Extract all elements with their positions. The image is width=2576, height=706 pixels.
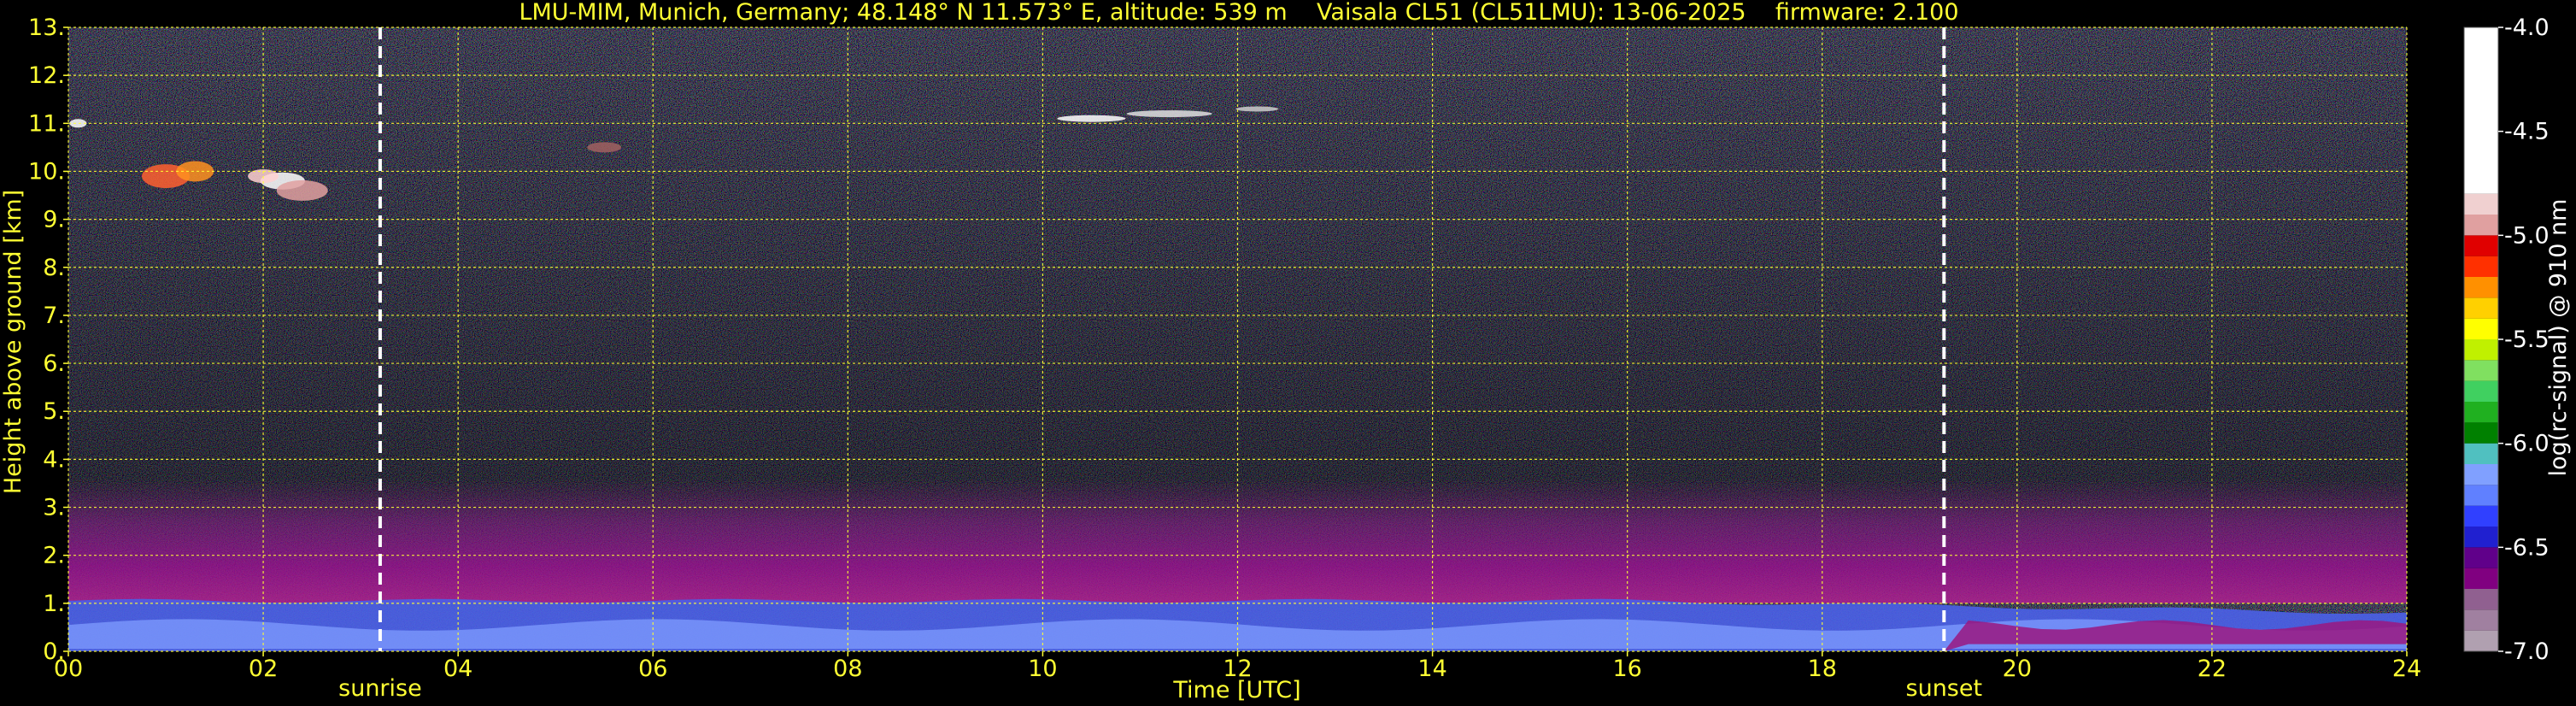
colorbar-segment [2464,609,2498,631]
y-tick-label: 11. [28,110,65,137]
colorbar-segment [2464,589,2498,610]
colorbar [2463,26,2499,652]
x-tick-label: 16 [1612,656,1641,682]
colorbar-segment [2464,235,2498,256]
y-tick-label: 3. [43,495,65,521]
cloud-blob [1235,106,1279,112]
x-tick-label: 04 [443,656,472,682]
colorbar-tick-label: -4.0 [2504,15,2550,41]
y-tick-label: 12. [28,62,65,89]
x-tick-label: 14 [1417,656,1446,682]
colorbar-segment [2464,256,2498,277]
colorbar-tick-label: -6.5 [2504,534,2550,561]
x-axis-label: Time [UTC] [1172,677,1300,703]
x-tick-label: 10 [1028,656,1057,682]
x-tick-label: 06 [638,656,667,682]
lidar-ceilometer-chart: LMU-MIM, Munich, Germany; 48.148° N 11.5… [0,0,2576,706]
colorbar-segment [2464,277,2498,298]
plot-area: sunrise sunset [67,26,2408,702]
colorbar-tick-label: -4.5 [2504,119,2550,145]
colorbar-segment [2464,360,2498,381]
x-tick-label: 18 [1808,656,1837,682]
colorbar-segment [2464,527,2498,548]
cloud-blob [1126,110,1212,118]
colorbar-segment [2464,193,2498,215]
y-tick-label: 4. [43,446,65,473]
colorbar-tick-label: -7.0 [2504,638,2550,665]
colorbar-segment [2464,402,2498,423]
x-tick-label: 02 [249,656,278,682]
colorbar-segment [2464,422,2498,444]
y-tick-label: 6. [43,350,65,377]
colorbar-tick-label: -6.0 [2504,431,2550,457]
colorbar-segment [2464,485,2498,506]
y-tick-label: 7. [43,303,65,329]
cloud-blob [1057,115,1126,122]
colorbar-tick-label: -5.0 [2504,222,2550,249]
cloud-blob [276,179,328,201]
colorbar-segment [2464,443,2498,464]
colorbar-segment [2464,380,2498,402]
y-tick-label: 5. [43,398,65,425]
event-label-sunrise: sunrise [338,675,422,702]
event-label-sunset: sunset [1906,675,1983,702]
chart-title: LMU-MIM, Munich, Germany; 48.148° N 11.5… [519,0,1958,26]
y-tick-label: 13. [28,15,65,41]
y-tick-label: 1. [43,591,65,617]
x-tick-label: 08 [833,656,862,682]
colorbar-segment [2464,568,2498,589]
colorbar-tick-label: -5.5 [2504,327,2550,353]
colorbar-segment [2464,27,2498,194]
x-tick-label: 22 [2198,656,2227,682]
colorbar-label: log(rc-signal) @ 910 nm [2545,199,2572,477]
y-tick-label: 8. [43,255,65,281]
colorbar-segment [2464,297,2498,319]
colorbar-segment [2464,339,2498,361]
x-tick-label: 24 [2392,656,2421,682]
y-tick-label: 10. [28,158,65,185]
cloud-blob [587,142,622,153]
colorbar-segment [2464,630,2498,651]
y-axis-label: Height above ground [km] [0,190,26,494]
colorbar-segment [2464,215,2498,236]
x-tick-label: 20 [2003,656,2032,682]
y-tick-label: 2. [43,543,65,569]
colorbar-segment [2464,547,2498,568]
colorbar-segment [2464,464,2498,485]
y-tick-label: 0. [43,638,65,665]
colorbar-segment [2464,318,2498,339]
y-tick-label: 9. [43,207,65,233]
colorbar-segment [2464,505,2498,527]
